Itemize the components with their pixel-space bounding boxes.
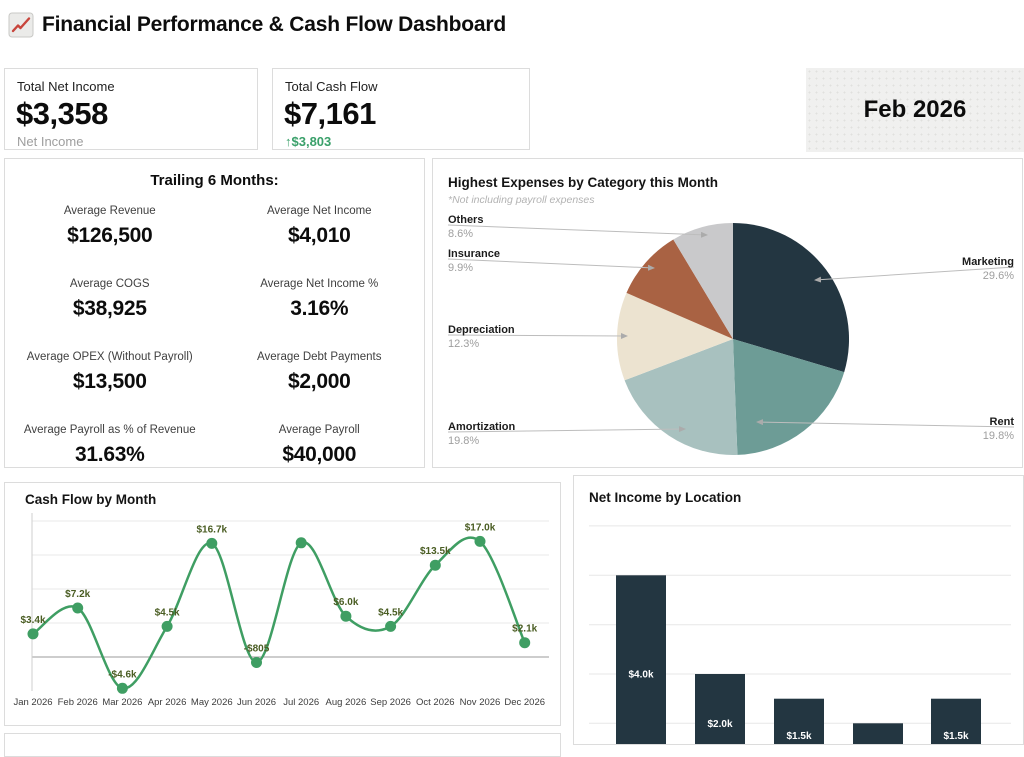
line-point-label-3: $4.5k <box>155 607 180 618</box>
kpi-title: Total Net Income <box>17 79 257 94</box>
line-point-7[interactable] <box>340 611 351 622</box>
cash-flow-line-card: Cash Flow by Month $3.4kJan 2026$7.2kFeb… <box>4 482 561 726</box>
x-axis-label-6: Jul 2026 <box>283 697 319 708</box>
pie-pct-others: 8.6% <box>448 228 473 240</box>
line-point-label-5: -$805 <box>244 644 270 655</box>
line-point-label-9: $13.5k <box>420 546 451 557</box>
bar-1[interactable] <box>695 674 745 744</box>
x-axis-label-2: Mar 2026 <box>102 697 142 708</box>
kpi-value: $3,358 <box>16 96 257 132</box>
x-axis-label-4: May 2026 <box>191 697 233 708</box>
bar-label-1: $2.0k <box>707 719 732 730</box>
kpi-title: Total Cash Flow <box>285 79 529 94</box>
line-point-label-11: $2.1k <box>512 624 537 635</box>
line-point-1[interactable] <box>72 603 83 614</box>
x-axis-label-9: Oct 2026 <box>416 697 455 708</box>
kpi-delta: ↑$3,803 <box>285 134 529 149</box>
pie-pct-insurance: 9.9% <box>448 262 473 274</box>
pie-leader-line-insurance <box>448 259 654 268</box>
cash-flow-line-chart[interactable]: $3.4k Jan 2026 $7.2k Feb 2026 -$4.6k Mar 2026… <box>5 483 560 725</box>
bar-label-0: $4.0k <box>628 670 653 681</box>
x-axis-label-5: Jun 2026 <box>237 697 276 708</box>
pie-pct-rent: 19.8% <box>983 430 1014 442</box>
x-axis-label-0: Jan 2026 <box>13 697 52 708</box>
net-income-bar-card: Net Income by Location $4.0k$2.0k$1.5k$1… <box>573 475 1024 745</box>
line-point-0[interactable] <box>28 628 39 639</box>
expenses-pie-card: Highest Expenses by Category this Month … <box>432 158 1023 468</box>
x-axis-label-3: Apr 2026 <box>148 697 187 708</box>
line-point-3[interactable] <box>162 621 173 632</box>
line-point-label-8: $4.5k <box>378 607 403 618</box>
metric-average-payroll: Average Payroll $40,000 <box>215 424 425 467</box>
chart-increasing-icon <box>8 12 34 38</box>
pie-label-others: Others <box>448 214 483 226</box>
x-axis-label-10: Nov 2026 <box>460 697 501 708</box>
metric-average-revenue: Average Revenue $126,500 <box>5 205 215 248</box>
bar-0[interactable] <box>616 575 666 744</box>
pie-label-marketing: Marketing <box>962 256 1014 268</box>
x-axis-label-1: Feb 2026 <box>58 697 98 708</box>
bar-label-4: $1.5k <box>943 731 968 742</box>
line-point-5[interactable] <box>251 657 262 668</box>
x-axis-label-8: Sep 2026 <box>370 697 411 708</box>
kpi-subtitle: Net Income <box>17 134 257 149</box>
line-point-label-0: $3.4k <box>20 615 45 626</box>
bar-3[interactable] <box>853 723 903 744</box>
dashboard-page: { "page": { "title": "Financial Performa… <box>0 0 1024 743</box>
trailing-title: Trailing 6 Months: <box>5 172 424 189</box>
trailing-metrics-card: Trailing 6 Months: Average Revenue $126,… <box>4 158 425 468</box>
line-point-2[interactable] <box>117 683 128 694</box>
line-point-4[interactable] <box>206 538 217 549</box>
line-point-label-10: $17.0k <box>465 522 496 533</box>
metric-average-debt-payments: Average Debt Payments $2,000 <box>215 351 425 394</box>
kpi-value: $7,161 <box>284 96 529 132</box>
pie-pct-marketing: 29.6% <box>983 270 1014 282</box>
line-point-6[interactable] <box>296 537 307 548</box>
pie-label-rent: Rent <box>990 416 1015 428</box>
line-point-10[interactable] <box>475 536 486 547</box>
kpi-card-net-income: Total Net Income $3,358 Net Income <box>4 68 258 150</box>
pie-label-depreciation: Depreciation <box>448 324 515 336</box>
page-title: Financial Performance & Cash Flow Dashbo… <box>42 13 506 37</box>
metric-average-net-income: Average Net Income $4,010 <box>215 205 425 248</box>
pie-label-amortization: Amortization <box>448 421 516 433</box>
partial-card-cut-off <box>4 733 561 757</box>
trailing-metrics-grid: Average Revenue $126,500 Average Net Inc… <box>5 205 424 467</box>
pie-label-insurance: Insurance <box>448 248 500 260</box>
cash-flow-series-line <box>33 538 525 689</box>
metric-average-payroll-pct: Average Payroll as % of Revenue 31.63% <box>5 424 215 467</box>
metric-average-net-income-pct: Average Net Income % 3.16% <box>215 278 425 321</box>
pie-pct-depreciation: 12.3% <box>448 338 479 350</box>
expenses-pie-chart[interactable]: Marketing 29.6% Rent 19.8% Amortization 19.8%… <box>433 159 1022 467</box>
line-point-label-2: -$4.6k <box>108 669 137 680</box>
net-income-bar-chart[interactable]: $4.0k $2.0k $1.5k $1.5k <box>574 476 1023 744</box>
metric-average-cogs: Average COGS $38,925 <box>5 278 215 321</box>
line-point-label-4: $16.7k <box>197 524 228 535</box>
page-header: Financial Performance & Cash Flow Dashbo… <box>8 12 506 38</box>
pie-leader-line-others <box>448 225 707 235</box>
x-axis-label-11: Dec 2026 <box>504 697 545 708</box>
date-range-value: Feb 2026 <box>864 96 967 124</box>
date-range-filter[interactable]: Feb 2026 <box>806 68 1024 152</box>
kpi-card-cash-flow: Total Cash Flow $7,161 ↑$3,803 <box>272 68 530 150</box>
metric-average-opex: Average OPEX (Without Payroll) $13,500 <box>5 351 215 394</box>
line-point-label-1: $7.2k <box>65 589 90 600</box>
line-point-8[interactable] <box>385 621 396 632</box>
pie-pct-amortization: 19.8% <box>448 435 479 447</box>
bar-label-2: $1.5k <box>786 731 811 742</box>
line-point-label-7: $6.0k <box>333 597 358 608</box>
line-point-11[interactable] <box>519 637 530 648</box>
line-point-9[interactable] <box>430 560 441 571</box>
x-axis-label-7: Aug 2026 <box>326 697 367 708</box>
